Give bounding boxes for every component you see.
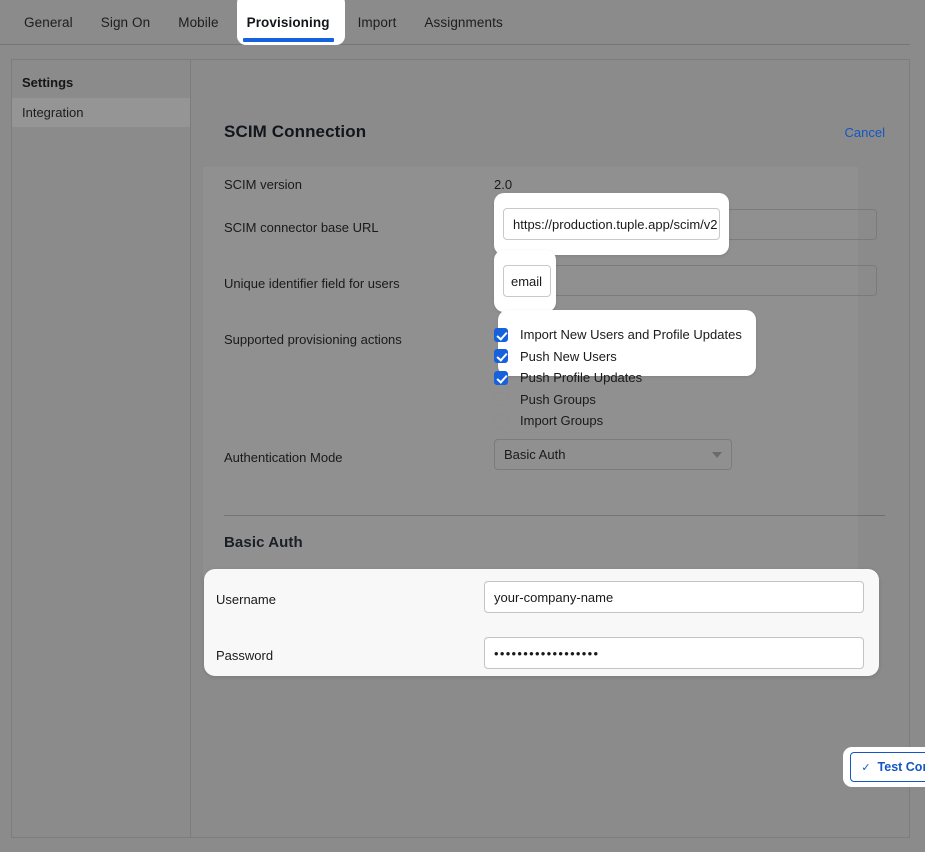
checkbox-import-groups[interactable]: Import Groups [494,410,885,432]
content-card: Settings Integration SCIM Connection Can… [11,59,910,838]
checkbox-push-groups[interactable]: Push Groups [494,389,885,411]
checkbox-push-profile-updates[interactable]: Push Profile Updates [494,367,885,389]
test-connector-highlight: ✓ Test Connector Configuration [843,747,925,787]
cancel-link-top[interactable]: Cancel [845,125,885,140]
unique-identifier-label: Unique identifier field for users [224,265,494,292]
base-url-highlight: https://production.tuple.app/scim/v2 [494,193,729,255]
row-provisioning-actions: Supported provisioning actions Import Ne… [224,321,885,439]
active-tab-underline [243,38,334,42]
base-url-input[interactable]: https://production.tuple.app/scim/v2 [503,208,720,240]
checkbox-unchecked-icon [494,414,508,428]
app-page: General Sign On Mobile Provisioning Impo… [0,0,925,852]
provisioning-actions-group: Import New Users and Profile Updates Pus… [494,321,885,432]
chevron-down-icon [712,452,722,458]
username-value: your-company-name [494,590,613,605]
checkbox-unchecked-icon [494,392,508,406]
scim-version-label: SCIM version [224,166,494,193]
sidebar-item-integration[interactable]: Integration [12,98,190,127]
settings-sidebar: Settings Integration [12,60,191,837]
checkbox-label: Push Groups [520,392,596,407]
provisioning-actions-label: Supported provisioning actions [224,321,494,348]
row-authentication-mode: Authentication Mode Basic Auth [224,439,885,495]
test-connector-configuration-button[interactable]: ✓ Test Connector Configuration [850,752,925,782]
checkbox-checked-icon [494,328,508,342]
form-header: SCIM Connection Cancel [191,60,909,142]
tab-label: Sign On [101,15,150,30]
unique-identifier-value: email [511,274,542,289]
sidebar-item-label: Integration [22,105,83,120]
page-title: SCIM Connection [224,122,366,142]
checkbox-checked-icon [494,349,508,363]
sidebar-title: Settings [12,70,190,98]
tab-label: Import [358,15,397,30]
scim-version-value: 2.0 [494,166,885,192]
tab-general[interactable]: General [10,0,87,45]
authentication-mode-label: Authentication Mode [224,439,494,466]
tab-mobile[interactable]: Mobile [164,0,232,45]
test-connector-label: Test Connector Configuration [878,760,925,774]
base-url-value: https://production.tuple.app/scim/v2 [513,217,718,232]
username-label: Username [216,581,484,608]
tab-bar: General Sign On Mobile Provisioning Impo… [0,0,910,45]
tab-label: Provisioning [247,15,330,30]
username-input[interactable]: your-company-name [484,581,864,613]
tab-label: General [24,15,73,30]
authentication-mode-value: Basic Auth [504,447,565,462]
basic-auth-section-title: Basic Auth [191,516,909,551]
password-label: Password [216,637,484,664]
tab-label: Mobile [178,15,218,30]
base-url-label: SCIM connector base URL [224,209,494,236]
provisioning-content: SCIM Connection Cancel SCIM version 2.0 … [191,60,909,837]
checkbox-checked-icon [494,371,508,385]
check-icon: ✓ [861,761,870,774]
checkbox-label: Push New Users [520,349,617,364]
basic-auth-highlight-panel: Username your-company-name Password ••••… [204,569,879,676]
checkbox-import-new-users[interactable]: Import New Users and Profile Updates [494,324,885,346]
tab-label: Assignments [424,15,502,30]
checkbox-label: Import New Users and Profile Updates [520,327,742,342]
password-input[interactable]: •••••••••••••••••• [484,637,864,669]
checkbox-label: Push Profile Updates [520,370,642,385]
form-rows: SCIM version 2.0 SCIM connector base URL… [191,166,909,495]
unique-identifier-highlight: email [494,250,556,312]
tab-assignments[interactable]: Assignments [410,0,516,45]
checkbox-push-new-users[interactable]: Push New Users [494,346,885,368]
unique-identifier-input[interactable]: email [503,265,551,297]
tab-provisioning[interactable]: Provisioning [233,0,344,45]
password-value: •••••••••••••••••• [494,646,599,661]
row-username: Username your-company-name [216,581,864,637]
row-password: Password •••••••••••••••••• [216,637,864,693]
tab-sign-on[interactable]: Sign On [87,0,164,45]
tab-import[interactable]: Import [344,0,411,45]
checkbox-label: Import Groups [520,413,603,428]
authentication-mode-select[interactable]: Basic Auth [494,439,732,470]
